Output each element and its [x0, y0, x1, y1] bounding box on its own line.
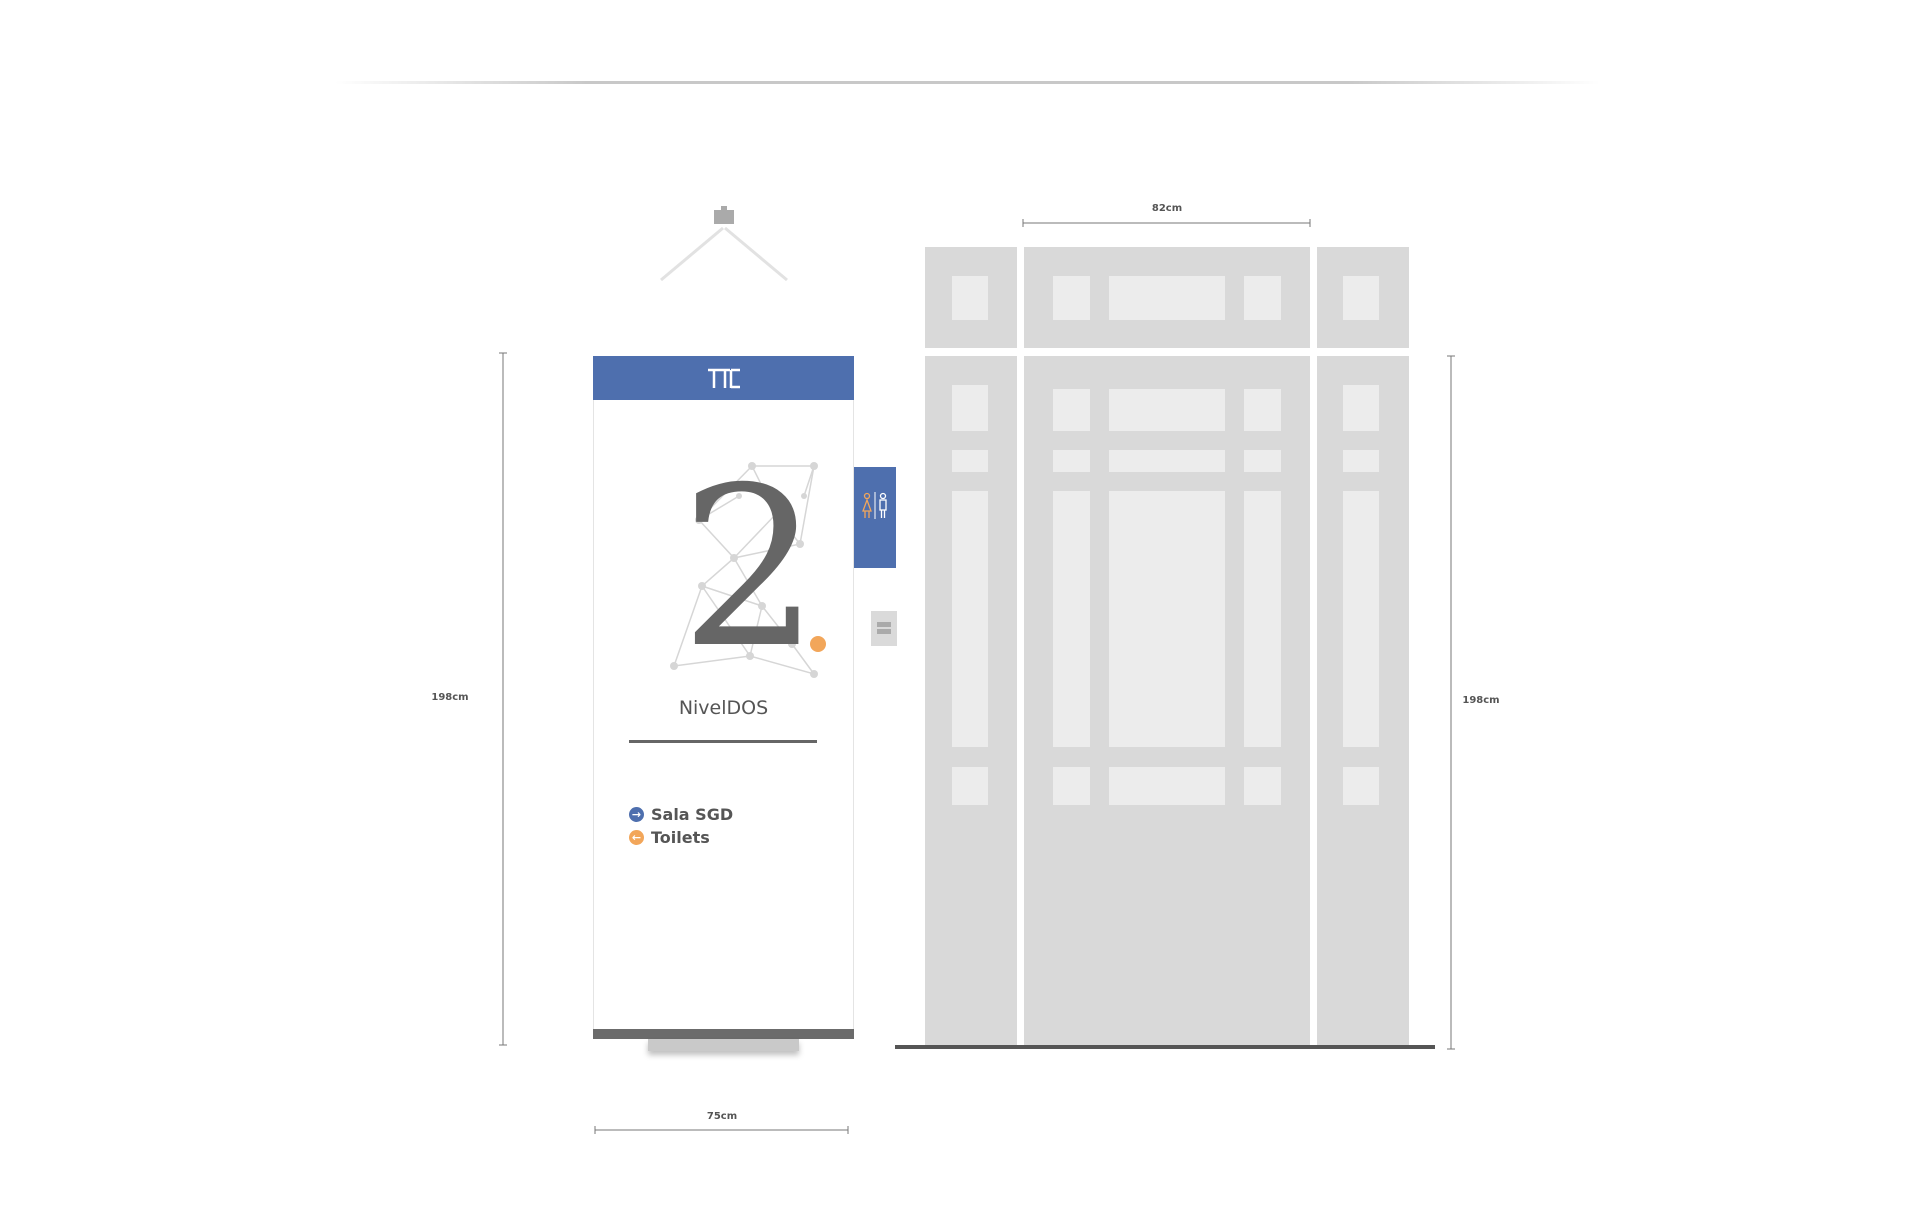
banner-height-label: 198cm	[431, 692, 469, 703]
accent-dot	[810, 636, 826, 652]
glass-pane	[952, 385, 988, 431]
glass-pane	[1244, 276, 1281, 320]
restroom-wall-sign	[854, 467, 896, 568]
direction-item-sala: → Sala SGD	[629, 803, 733, 825]
direction-label: Toilets	[651, 827, 710, 847]
glass-pane	[1053, 491, 1090, 747]
arrow-left-icon: ←	[629, 829, 644, 845]
glass-pane	[1053, 450, 1090, 472]
restroom-icon	[862, 492, 887, 519]
banner-stand-foot	[648, 1039, 799, 1051]
banner-base-bar	[593, 1029, 854, 1039]
glass-pane	[1053, 276, 1090, 320]
glass-pane	[1053, 767, 1090, 805]
glass-pane	[1343, 385, 1379, 431]
door-height-label: 198cm	[1462, 695, 1500, 706]
glass-pane	[1109, 491, 1225, 747]
glass-pane	[1109, 767, 1225, 805]
glass-pane	[1343, 767, 1379, 805]
direction-label: Sala SGD	[651, 804, 734, 824]
ttc-logo-icon	[708, 368, 740, 389]
glass-pane	[1244, 389, 1281, 431]
glass-pane	[1343, 450, 1379, 472]
light-switch	[871, 611, 897, 646]
arrow-right-icon: →	[629, 806, 644, 822]
banner-width-label: 75cm	[706, 1111, 738, 1122]
level-underline	[629, 740, 817, 743]
glass-pane	[952, 491, 988, 747]
glass-pane	[1244, 450, 1281, 472]
floor-line	[895, 1045, 1435, 1049]
glass-pane	[1109, 389, 1225, 431]
level-name: NivelDOS	[678, 697, 769, 719]
glass-pane	[952, 276, 988, 320]
glass-pane	[1053, 389, 1090, 431]
glass-pane	[1109, 276, 1225, 320]
glass-pane	[1343, 491, 1379, 747]
glass-pane	[1109, 450, 1225, 472]
glass-pane	[1244, 491, 1281, 747]
glass-pane	[952, 767, 988, 805]
glass-pane	[952, 450, 988, 472]
level-number: 2	[680, 440, 820, 696]
door-width-label: 82cm	[1151, 203, 1183, 214]
glass-pane	[1343, 276, 1379, 320]
direction-item-toilets: ← Toilets	[629, 826, 710, 848]
glass-pane	[1244, 767, 1281, 805]
